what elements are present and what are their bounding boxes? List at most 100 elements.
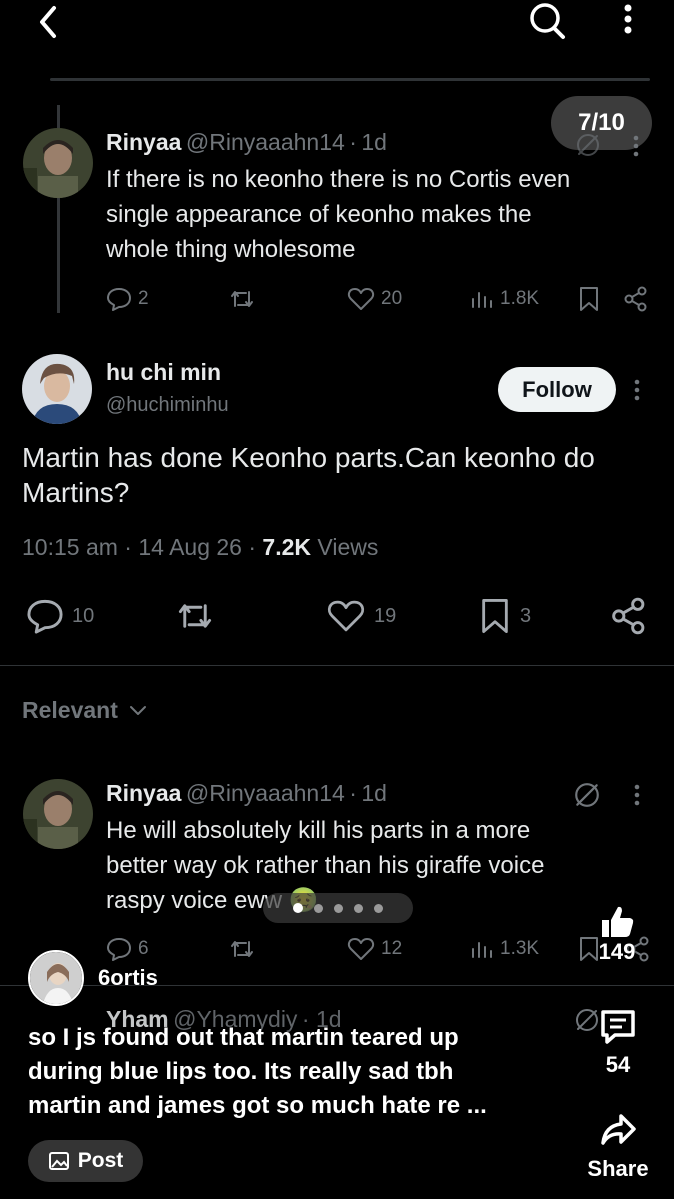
overlay-like-button[interactable]: 149: [587, 903, 647, 975]
like-count: 19: [374, 604, 397, 627]
reply-count: 6: [138, 938, 149, 959]
post-time: 10:15 am: [22, 534, 118, 560]
heart-icon: [347, 938, 375, 960]
share-icon: [612, 597, 645, 635]
like-count: 20: [381, 288, 403, 309]
chevron-down-icon: [129, 705, 146, 715]
bookmark-icon: [580, 287, 598, 311]
thread-line: [57, 105, 60, 130]
like-button[interactable]: 19: [326, 598, 396, 634]
image-icon: [48, 1152, 69, 1170]
share-button[interactable]: [623, 286, 649, 312]
reply-button[interactable]: 10: [26, 597, 94, 635]
back-button[interactable]: [30, 2, 64, 42]
main-author: hu chi min @huchiminhu: [106, 359, 229, 417]
heart-icon: [347, 288, 375, 310]
overlay-author-avatar[interactable]: [28, 950, 84, 1006]
views-button[interactable]: 1.8K: [470, 287, 539, 311]
overlay-share-button[interactable]: Share: [578, 1112, 658, 1188]
author-handle[interactable]: @Rinyaaahn14: [186, 780, 345, 806]
views-icon: [472, 942, 492, 958]
share-button[interactable]: [610, 597, 648, 635]
overlay-like-count: 149: [598, 939, 636, 964]
follow-label: Follow: [522, 376, 592, 402]
retweet-button[interactable]: [228, 286, 256, 312]
retweet-button[interactable]: [228, 936, 256, 962]
reply-button[interactable]: 6: [106, 936, 149, 962]
separator: ·: [248, 534, 257, 560]
sort-label: Relevant: [22, 697, 118, 723]
retweet-button[interactable]: [174, 597, 216, 635]
heart-icon: [327, 600, 365, 632]
author-handle[interactable]: @Rinyaaahn14: [186, 129, 345, 155]
reply-count: 2: [138, 288, 149, 309]
like-button[interactable]: 20: [347, 286, 402, 312]
bookmark-button[interactable]: [577, 286, 601, 312]
more-vertical-icon[interactable]: [628, 134, 644, 158]
text-line: He will absolutely kill his parts in a m…: [106, 817, 531, 844]
text-line: single appearance of keonho makes the: [106, 201, 532, 228]
carousel-dot: [354, 903, 363, 913]
overlay-caption[interactable]: so I js found out that martin teared up …: [28, 1021, 568, 1123]
sort-dropdown[interactable]: Relevant: [22, 697, 148, 724]
author-name[interactable]: Rinyaa: [106, 780, 181, 806]
retweet-icon: [231, 941, 253, 957]
top-divider: [50, 78, 650, 81]
search-icon: [530, 3, 565, 39]
views-count: 7.2K: [262, 534, 312, 560]
post-date: 14 Aug 26: [138, 534, 242, 560]
bookmark-button[interactable]: 3: [478, 597, 531, 635]
thread-line-long: [57, 198, 60, 313]
reply-count: 10: [72, 604, 95, 627]
share-icon: [624, 286, 647, 312]
timestamp: 1d: [361, 780, 387, 806]
avatar-rinyaa[interactable]: [23, 779, 93, 849]
more-options-button[interactable]: [615, 2, 641, 38]
carousel-dot-active: [293, 903, 303, 913]
retweet-icon: [231, 291, 253, 307]
separator: ·: [349, 780, 357, 806]
avatar-rinyaa[interactable]: [23, 128, 93, 198]
avatar-huchimin[interactable]: [22, 354, 92, 424]
more-vertical-icon[interactable]: [629, 378, 645, 402]
views-label: Views: [317, 534, 379, 560]
grok-icon[interactable]: [575, 132, 601, 158]
search-button[interactable]: [526, 0, 568, 42]
overlay-author-name[interactable]: 6ortis: [98, 965, 158, 991]
post-chip[interactable]: Post: [28, 1140, 143, 1182]
divider: [0, 665, 674, 666]
author-handle[interactable]: @huchiminhu: [106, 394, 229, 417]
reply-header: Rinyaa @Rinyaaahn14 · 1d: [106, 780, 387, 807]
separator: ·: [349, 129, 357, 155]
caption-line: so I js found out that martin teared up: [28, 1024, 459, 1051]
text-line: If there is no keonho there is no Cortis…: [106, 166, 571, 193]
more-vertical-icon[interactable]: [629, 783, 645, 807]
overlay-share-label: Share: [587, 1156, 649, 1181]
comment-icon: [107, 938, 131, 961]
text-line: Martin has done Keonho parts.Can keonho …: [22, 442, 595, 473]
carousel-dot: [314, 903, 323, 913]
author-name[interactable]: Rinyaa: [106, 129, 181, 155]
post-meta: 10:15 am · 14 Aug 26 · 7.2K Views: [22, 534, 378, 561]
caption-line: martin and james got so much hate re ...: [28, 1092, 487, 1119]
author-name[interactable]: hu chi min: [106, 359, 229, 386]
overlay-comment-count: 54: [605, 1052, 631, 1077]
view-count: 1.8K: [500, 288, 540, 309]
view-count: 1.3K: [500, 938, 540, 959]
parent-reply-header: Rinyaa @Rinyaaahn14 · 1d: [106, 129, 387, 156]
chevron-left-icon: [40, 6, 56, 38]
reply-button[interactable]: 2: [106, 286, 149, 312]
timestamp: 1d: [361, 129, 387, 155]
separator: ·: [124, 534, 132, 560]
thumbs-up-icon: [602, 906, 634, 937]
grok-icon[interactable]: [573, 781, 601, 809]
overlay-comment-button[interactable]: 54: [590, 1008, 646, 1080]
carousel-dots[interactable]: [263, 893, 413, 923]
comment-icon: [107, 288, 131, 311]
comment-icon: [27, 599, 63, 634]
follow-button[interactable]: Follow: [498, 367, 616, 412]
more-vertical-icon: [624, 4, 632, 34]
like-button[interactable]: 12: [347, 936, 402, 962]
caption-line: during blue lips too. Its really sad tbh: [28, 1058, 454, 1085]
views-button[interactable]: 1.3K: [470, 937, 539, 961]
